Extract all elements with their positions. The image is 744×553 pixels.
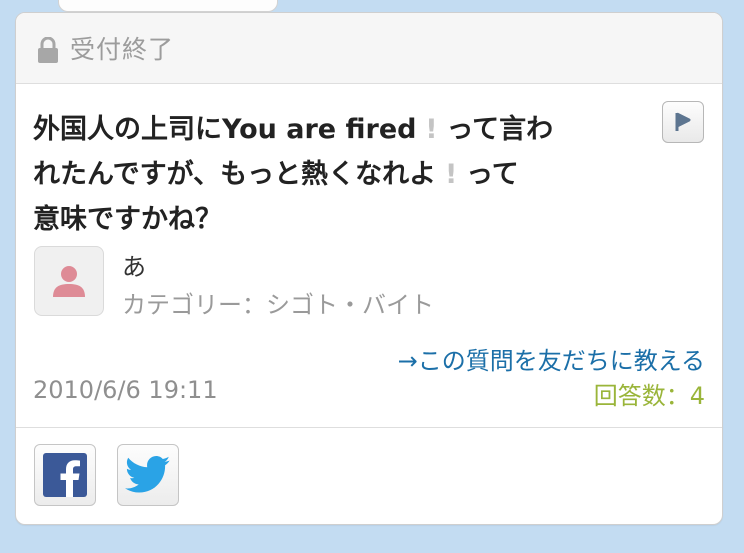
facebook-icon <box>43 453 87 497</box>
twitter-share-button[interactable] <box>117 444 179 506</box>
question-card: 受付終了 外国人の上司にYou are fired! って言わ れたんですが、もっ… <box>15 12 723 525</box>
question-part-1: 外国人の上司にYou are fired <box>33 114 417 145</box>
avatar[interactable] <box>34 246 104 316</box>
twitter-icon <box>125 456 171 493</box>
person-icon <box>53 266 85 297</box>
report-button[interactable] <box>662 101 704 143</box>
answer-count: 回答数：4 <box>593 382 705 410</box>
question-part-4: って <box>466 159 519 190</box>
category-link[interactable]: カテゴリー：シゴト・バイト <box>122 285 434 320</box>
question-part-2: って言わ <box>446 114 554 145</box>
top-tab <box>58 0 278 12</box>
divider <box>16 427 722 428</box>
username[interactable]: あ <box>122 247 146 282</box>
lock-icon <box>38 37 58 63</box>
share-with-friends-link[interactable]: →この質問を友だちに教える <box>398 341 705 376</box>
exclamation-icon: ! <box>444 159 458 190</box>
question-part-3: れたんですが、もっと熱くなれよ <box>33 159 437 190</box>
status-label: 受付終了 <box>70 35 175 64</box>
question-part-5: 意味ですかね？ <box>33 204 222 235</box>
question-text: 外国人の上司にYou are fired! って言わ れたんですが、もっと熱くなれ… <box>33 107 633 242</box>
facebook-share-button[interactable] <box>34 444 96 506</box>
post-date: 2010/6/6 19:11 <box>33 376 218 404</box>
status-bar: 受付終了 <box>16 13 722 84</box>
exclamation-icon: ! <box>425 114 438 145</box>
play-icon <box>675 112 691 131</box>
